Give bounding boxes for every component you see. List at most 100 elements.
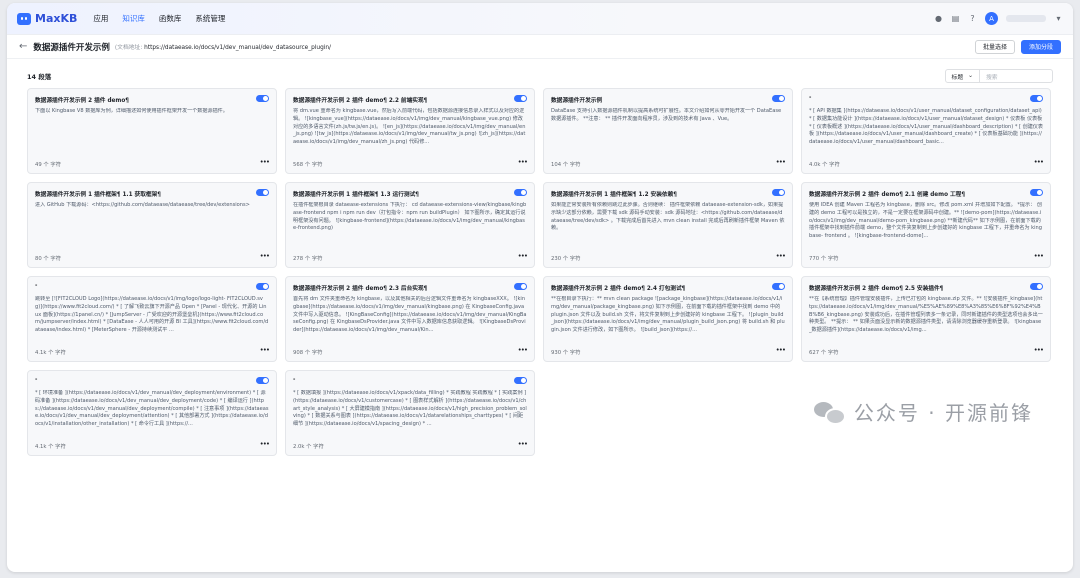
paragraph-card[interactable]: - * [ 数据填报 ](https://dataease.io/docs/v1/… [285, 370, 535, 456]
paragraph-title: 数据源插件开发示例 1 插件框架¶ 1.2 安装依赖¶ [551, 192, 677, 198]
enable-toggle[interactable] [1030, 283, 1043, 290]
char-count: 908 个 字符 [293, 350, 323, 356]
app-logo[interactable]: MaxKB [17, 12, 77, 25]
enable-toggle[interactable] [772, 95, 785, 102]
char-count: 278 个 字符 [293, 256, 323, 262]
paragraph-card[interactable]: 数据源插件开发示例 2 插件 demo¶ 2.1 创建 demo 工程¶ 使用 I… [801, 182, 1051, 268]
paragraph-list: 14 段落 标题 ⌄ 搜索 数据源插件开发示例 2 插件 demo¶ 下面以 Ki… [7, 59, 1073, 456]
nav-item-system-management[interactable]: 系统管理 [195, 9, 225, 28]
paragraph-card[interactable]: 数据源插件开发示例 1 插件框架¶ 1.3 运行测试¶ 在插件框架根目录 data… [285, 182, 535, 268]
paragraph-card[interactable]: 数据源插件开发示例 2 插件 demo¶ 2.2 前端实现¶ 将 dm.vue 重… [285, 88, 535, 174]
more-icon[interactable]: ••• [518, 253, 528, 262]
paragraph-card[interactable]: 数据源插件开发示例 1 插件框架¶ 1.2 安装依赖¶ 如果能正常安装所有依赖则跳… [543, 182, 793, 268]
paragraph-content: 进入 GitHub 下载源码：<https://github.com/datae… [35, 202, 250, 208]
paragraph-footer: 278 个 字符 ••• [293, 253, 528, 263]
search-input[interactable]: 搜索 [980, 72, 1052, 81]
char-count: 930 个 字符 [551, 350, 581, 356]
paragraph-footer: 4.1k 个 字符 ••• [35, 441, 270, 451]
doc-address: (文档地址: https://dataease.io/docs/v1/dev_m… [115, 42, 331, 51]
more-icon[interactable]: ••• [518, 159, 528, 168]
paragraph-card[interactable]: - 跳转至 [![FIT2CLOUD Logo](https://dataease… [27, 276, 277, 362]
more-icon[interactable]: ••• [776, 159, 786, 168]
more-icon[interactable]: ••• [260, 253, 270, 262]
more-icon[interactable]: ••• [518, 441, 528, 450]
paragraph-content: **在【系统管理】插件管理安装插件，上传已打包的 kingbase.zip 文件… [809, 296, 1043, 334]
avatar[interactable]: A [985, 12, 998, 25]
enable-toggle[interactable] [514, 377, 527, 384]
paragraph-title: 数据源插件开发示例 1 插件框架¶ 1.1 获取框架¶ [35, 192, 161, 198]
top-right-actions: ● ▤ ? A ▾ [934, 12, 1063, 25]
nav-item-function-library[interactable]: 函数库 [159, 9, 182, 28]
more-icon[interactable]: ••• [518, 347, 528, 356]
paragraph-card[interactable]: - * [ API 数据集 ](https://dataease.io/docs/… [801, 88, 1051, 174]
paragraph-card[interactable]: 数据源插件开发示例 DataEase 支持引入数据源插件机制以提高系统可扩展性。本… [543, 88, 793, 174]
back-arrow-icon[interactable]: ← [19, 41, 27, 52]
username-redacted[interactable] [1006, 15, 1046, 22]
paragraph-card[interactable]: 数据源插件开发示例 1 插件框架¶ 1.1 获取框架¶ 进入 GitHub 下载源… [27, 182, 277, 268]
paragraph-content: 首先将 dm 文件夹重命名为 kingbase，以及其他相关的后台逻辑文件重命名… [293, 296, 527, 334]
paragraph-card[interactable]: 数据源插件开发示例 2 插件 demo¶ 下面以 Kingbase V8 数据库为… [27, 88, 277, 174]
page-title: 数据源插件开发示例 [33, 42, 110, 53]
chevron-down-icon[interactable]: ▾ [1054, 14, 1063, 23]
paragraph-title: - [293, 377, 296, 383]
enable-toggle[interactable] [514, 283, 527, 290]
more-icon[interactable]: ••• [1034, 347, 1044, 356]
enable-toggle[interactable] [1030, 189, 1043, 196]
filter-select[interactable]: 标题 ⌄ [946, 70, 980, 82]
more-icon[interactable]: ••• [260, 159, 270, 168]
more-icon[interactable]: ••• [260, 441, 270, 450]
enable-toggle[interactable] [772, 189, 785, 196]
more-icon[interactable]: ••• [1034, 253, 1044, 262]
watermark-text: 公众号 · 开源前锋 [853, 401, 1033, 425]
paragraph-title: 数据源插件开发示例 2 插件 demo¶ 2.1 创建 demo 工程¶ [809, 192, 965, 198]
document-icon[interactable]: ▤ [951, 14, 960, 23]
enable-toggle[interactable] [772, 283, 785, 290]
paragraph-content: DataEase 支持引入数据源插件机制以提高系统可扩展性。本文介绍如何从零开始… [551, 108, 782, 122]
more-icon[interactable]: ••• [260, 347, 270, 356]
paragraph-title: - [35, 283, 38, 289]
paragraph-footer: 49 个 字符 ••• [35, 159, 270, 169]
batch-select-button[interactable]: 批量选择 [974, 39, 1015, 54]
chevron-down-icon: ⌄ [968, 73, 973, 79]
paragraph-content: * [ 环境准备 ](https://dataease.io/docs/v1/d… [35, 390, 269, 428]
paragraph-title: 数据源插件开发示例 2 插件 demo¶ 2.5 安装插件¶ [809, 286, 944, 292]
char-count: 104 个 字符 [551, 162, 581, 168]
paragraph-content: 使用 IDEA 创建 Maven 工程名为 kingbase，删除 src。修改… [809, 202, 1043, 240]
enable-toggle[interactable] [256, 189, 269, 196]
enable-toggle[interactable] [256, 95, 269, 102]
paragraph-card[interactable]: 数据源插件开发示例 2 插件 demo¶ 2.5 安装插件¶ **在【系统管理】插… [801, 276, 1051, 362]
char-count: 49 个 字符 [35, 162, 61, 168]
enable-toggle[interactable] [256, 283, 269, 290]
char-count: 80 个 字符 [35, 256, 61, 262]
more-icon[interactable]: ••• [776, 253, 786, 262]
nav-item-apps[interactable]: 应用 [93, 9, 108, 28]
paragraph-footer: 908 个 字符 ••• [293, 347, 528, 357]
add-paragraph-button[interactable]: 添加分段 [1020, 39, 1061, 54]
filter-select-value: 标题 [951, 74, 964, 81]
paragraph-title: - [35, 377, 38, 383]
enable-toggle[interactable] [1030, 95, 1043, 102]
main-nav: 应用 知识库 函数库 系统管理 [93, 9, 225, 28]
enable-toggle[interactable] [514, 95, 527, 102]
paragraph-card[interactable]: 数据源插件开发示例 2 插件 demo¶ 2.4 打包测试¶ **在根目录下执行：… [543, 276, 793, 362]
paragraph-footer: 930 个 字符 ••• [551, 347, 786, 357]
paragraph-card[interactable]: 数据源插件开发示例 2 插件 demo¶ 2.3 后台实现¶ 首先将 dm 文件夹… [285, 276, 535, 362]
wechat-icon [813, 400, 846, 425]
doc-url[interactable]: https://dataease.io/docs/v1/dev_manual/d… [144, 45, 331, 51]
header-actions: 批量选择 添加分段 [974, 39, 1061, 54]
more-icon[interactable]: ••• [776, 347, 786, 356]
paragraph-card[interactable]: - * [ 环境准备 ](https://dataease.io/docs/v1/… [27, 370, 277, 456]
char-count: 230 个 字符 [551, 256, 581, 262]
help-icon[interactable]: ? [968, 14, 977, 23]
github-icon[interactable]: ● [934, 14, 943, 23]
paragraph-footer: 770 个 字符 ••• [809, 253, 1044, 263]
char-count: 770 个 字符 [809, 256, 839, 262]
maxkb-logo-icon [17, 12, 31, 25]
nav-item-knowledge-base[interactable]: 知识库 [122, 9, 145, 28]
enable-toggle[interactable] [256, 377, 269, 384]
enable-toggle[interactable] [514, 189, 527, 196]
more-icon[interactable]: ••• [1034, 159, 1044, 168]
paragraph-title: 数据源插件开发示例 2 插件 demo¶ 2.3 后台实现¶ [293, 286, 428, 292]
paragraph-title: 数据源插件开发示例 2 插件 demo¶ 2.2 前端实现¶ [293, 98, 428, 104]
paragraph-content: * [ 数据填报 ](https://dataease.io/docs/v1/x… [293, 390, 527, 428]
